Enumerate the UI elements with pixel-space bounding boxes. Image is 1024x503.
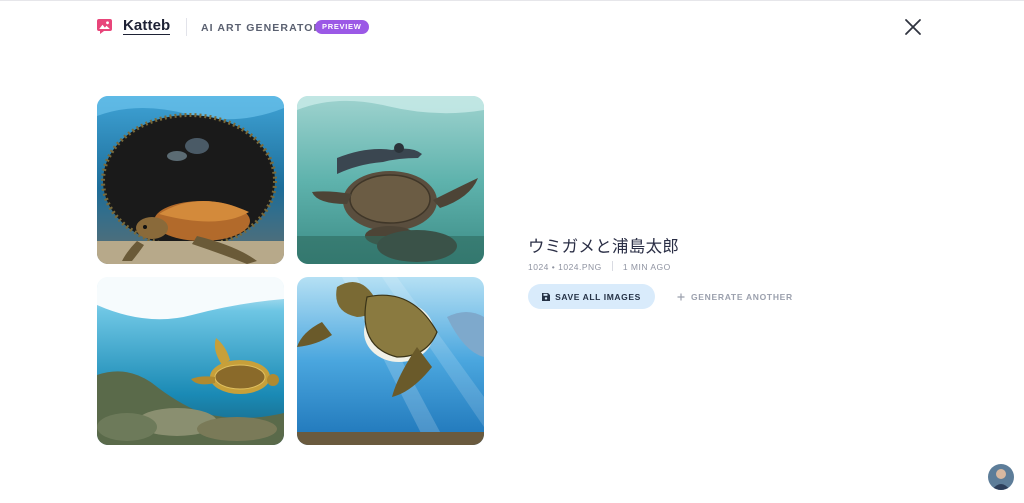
generated-image-4[interactable] [297, 277, 484, 445]
close-icon[interactable] [902, 16, 924, 38]
generated-image-2[interactable] [297, 96, 484, 264]
avatar-image [988, 464, 1014, 490]
sea-turtle-reef-image [97, 96, 284, 264]
image-chat-icon[interactable] [96, 18, 113, 35]
generate-another-label: GENERATE ANOTHER [691, 291, 793, 302]
generate-another-button[interactable]: GENERATE ANOTHER [677, 284, 793, 309]
image-size: 1024 • 1024.PNG [528, 262, 602, 272]
image-time: 1 MIN AGO [622, 262, 671, 272]
generated-image-1[interactable] [97, 96, 284, 264]
sea-turtle-diver-image [297, 96, 484, 264]
generated-image-3[interactable] [97, 277, 284, 445]
app-header: Katteb AI ART GENERATOR PREVIEW [0, 1, 1024, 53]
preview-badge: PREVIEW [315, 20, 369, 34]
header-divider [186, 18, 187, 36]
brand-underline [123, 34, 170, 35]
save-all-images-button[interactable]: SAVE ALL IMAGES [528, 284, 655, 309]
image-meta: 1024 • 1024.PNG 1 MIN AGO [528, 261, 671, 272]
app-title: AI ART GENERATOR [201, 22, 323, 34]
result-title: ウミガメと浦島太郎 [528, 238, 680, 256]
sea-turtle-sunrays-image [297, 277, 484, 445]
brand-name[interactable]: Katteb [123, 17, 170, 34]
save-all-images-label: SAVE ALL IMAGES [555, 291, 641, 302]
floppy-disk-icon [542, 292, 551, 301]
plus-icon [677, 293, 685, 300]
user-avatar[interactable] [988, 464, 1014, 490]
sea-turtle-shallow-image [97, 277, 284, 445]
meta-separator [611, 261, 613, 271]
